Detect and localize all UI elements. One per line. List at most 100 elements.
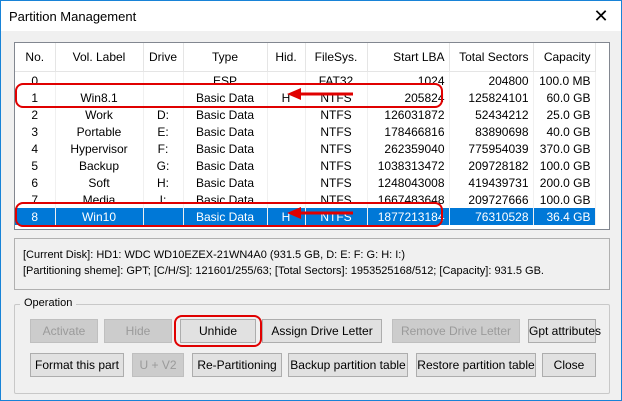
column-header-hidden[interactable]: Hid.	[267, 43, 306, 72]
cell-drive: I:	[143, 191, 184, 208]
table-row[interactable]: 5 Backup G: Basic Data NTFS 1038313472 2097281…	[15, 157, 596, 174]
cell-vol-label: Win8.1	[55, 89, 144, 106]
cell-drive	[143, 208, 184, 225]
cell-vol-label: Work	[55, 106, 144, 123]
cell-drive: H:	[143, 174, 184, 191]
column-header-total-sectors[interactable]: Total Sectors	[449, 43, 534, 72]
cell-total-sectors: 775954039	[449, 140, 534, 157]
operation-group-label: Operation	[20, 297, 77, 309]
cell-type: Basic Data	[183, 140, 268, 157]
cell-capacity: 60.0 GB	[533, 89, 596, 106]
table-row[interactable]: 4 Hypervisor F: Basic Data NTFS 262359040 7759…	[15, 140, 596, 157]
cell-vol-label: Backup	[55, 157, 144, 174]
column-header-no[interactable]: No.	[15, 43, 56, 72]
cell-drive	[143, 89, 184, 106]
cell-drive: D:	[143, 106, 184, 123]
column-header-type[interactable]: Type	[183, 43, 268, 72]
cell-filesystem: NTFS	[305, 140, 368, 157]
cell-start-lba: 1248043008	[367, 174, 450, 191]
cell-capacity: 40.0 GB	[533, 123, 596, 140]
backup-partition-table-button[interactable]: Backup partition table	[288, 353, 408, 377]
cell-hidden	[267, 157, 306, 174]
cell-start-lba: 262359040	[367, 140, 450, 157]
arrow-icon	[287, 88, 353, 100]
assign-drive-letter-button[interactable]: Assign Drive Letter	[262, 319, 382, 343]
cell-type: Basic Data	[183, 157, 268, 174]
hide-button[interactable]: Hide	[104, 319, 172, 343]
column-header-filesystem[interactable]: FileSys.	[305, 43, 368, 72]
cell-vol-label: Hypervisor	[55, 140, 144, 157]
cell-hidden	[267, 174, 306, 191]
partitioning-scheme-info: [Partitioning sheme]: GPT; [C/H/S]: 1216…	[23, 265, 544, 277]
column-header-capacity[interactable]: Capacity	[533, 43, 596, 72]
activate-button[interactable]: Activate	[30, 319, 98, 343]
cell-vol-label: Portable	[55, 123, 144, 140]
cell-filesystem: NTFS	[305, 106, 368, 123]
cell-hidden	[267, 123, 306, 140]
cell-no: 6	[15, 174, 56, 191]
cell-type: Basic Data	[183, 174, 268, 191]
cell-vol-label: Win10	[55, 208, 144, 225]
cell-no: 8	[15, 208, 56, 225]
operation-group	[14, 304, 610, 394]
cell-filesystem: NTFS	[305, 157, 368, 174]
remove-drive-letter-button[interactable]: Remove Drive Letter	[392, 319, 520, 343]
table-header-row: No. Vol. Label Drive Type Hid. FileSys. …	[15, 43, 596, 72]
cell-capacity: 100.0 GB	[533, 157, 596, 174]
cell-start-lba: 126031872	[367, 106, 450, 123]
cell-no: 2	[15, 106, 56, 123]
table-row[interactable]: 6 Soft H: Basic Data NTFS 1248043008 419439731…	[15, 174, 596, 191]
repartitioning-button[interactable]: Re-Partitioning	[192, 353, 282, 377]
cell-start-lba: 1877213184	[367, 208, 450, 225]
arrow-icon	[287, 207, 353, 219]
cell-start-lba: 205824	[367, 89, 450, 106]
cell-capacity: 36.4 GB	[533, 208, 596, 225]
cell-start-lba: 178466816	[367, 123, 450, 140]
disk-info-panel: [Current Disk]: HD1: WDC WD10EZEX-21WN4A…	[14, 238, 610, 290]
window-title: Partition Management	[9, 9, 137, 24]
format-partition-button[interactable]: Format this part	[30, 353, 124, 377]
cell-drive: G:	[143, 157, 184, 174]
u-plus-v2-button[interactable]: U + V2	[132, 353, 184, 377]
restore-partition-table-button[interactable]: Restore partition table	[416, 353, 536, 377]
cell-capacity: 200.0 GB	[533, 174, 596, 191]
cell-type: Basic Data	[183, 123, 268, 140]
cell-no: 4	[15, 140, 56, 157]
column-header-start-lba[interactable]: Start LBA	[367, 43, 450, 72]
cell-total-sectors: 209727666	[449, 191, 534, 208]
cell-total-sectors: 83890698	[449, 123, 534, 140]
cell-total-sectors: 419439731	[449, 174, 534, 191]
partition-table[interactable]: No. Vol. Label Drive Type Hid. FileSys. …	[14, 42, 610, 230]
cell-start-lba: 1667483648	[367, 191, 450, 208]
cell-type: Basic Data	[183, 106, 268, 123]
cell-filesystem: NTFS	[305, 174, 368, 191]
cell-no: 5	[15, 157, 56, 174]
cell-vol-label: Media	[55, 191, 144, 208]
column-header-vol-label[interactable]: Vol. Label	[55, 43, 144, 72]
cell-no: 3	[15, 123, 56, 140]
cell-capacity: 25.0 GB	[533, 106, 596, 123]
current-disk-info: [Current Disk]: HD1: WDC WD10EZEX-21WN4A…	[23, 249, 406, 261]
cell-type: Basic Data	[183, 89, 268, 106]
close-icon[interactable]: ✕	[589, 4, 613, 28]
cell-no: 0	[15, 71, 56, 89]
cell-type: Basic Data	[183, 191, 268, 208]
unhide-button[interactable]: Unhide	[180, 319, 256, 343]
table-row[interactable]: 3 Portable E: Basic Data NTFS 178466816 838906…	[15, 123, 596, 140]
cell-total-sectors: 209728182	[449, 157, 534, 174]
column-header-drive[interactable]: Drive	[143, 43, 184, 72]
cell-total-sectors: 204800	[449, 71, 534, 89]
cell-start-lba: 1038313472	[367, 157, 450, 174]
gpt-attributes-button[interactable]: Gpt attributes	[528, 319, 601, 343]
cell-capacity: 100.0 GB	[533, 191, 596, 208]
cell-type: ESP	[183, 71, 268, 89]
cell-no: 7	[15, 191, 56, 208]
table-row[interactable]: 2 Work D: Basic Data NTFS 126031872 52434212 25…	[15, 106, 596, 123]
close-button[interactable]: Close	[542, 353, 596, 377]
cell-total-sectors: 76310528	[449, 208, 534, 225]
title-bar: Partition Management ✕	[1, 1, 621, 31]
cell-start-lba: 1024	[367, 71, 450, 89]
cell-drive: E:	[143, 123, 184, 140]
cell-hidden	[267, 140, 306, 157]
cell-drive: F:	[143, 140, 184, 157]
